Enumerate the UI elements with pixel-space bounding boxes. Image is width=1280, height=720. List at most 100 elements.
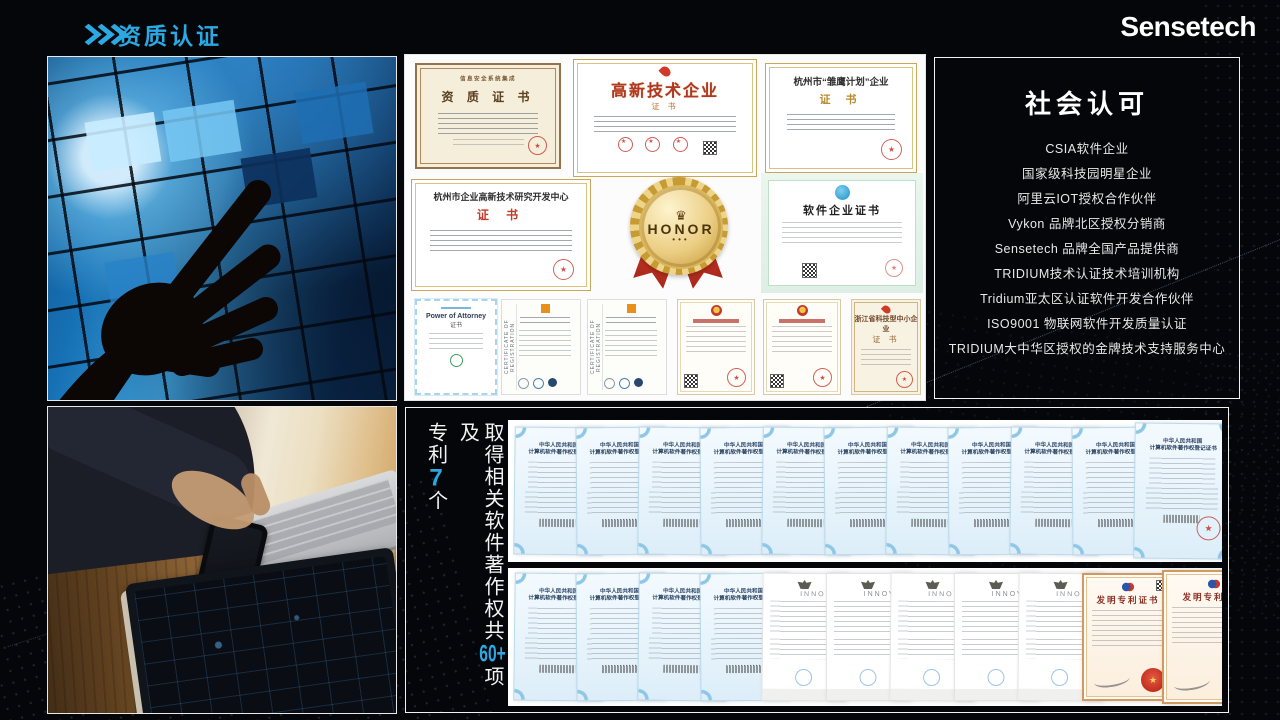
certificate-license: ★ (763, 299, 841, 395)
barcode (664, 519, 700, 527)
social-item: Sensetech 品牌全国产品提供商 (935, 237, 1239, 262)
red-seal (673, 137, 688, 152)
slide: 资质认证 Sensetech (0, 0, 1280, 720)
social-panel-title: 社会认可 (935, 84, 1239, 121)
cert-title: 软件企业证书 (769, 202, 915, 218)
barcode (664, 665, 700, 673)
cert-title: 浙江省科技型中小企业 (852, 314, 920, 334)
red-seal (645, 137, 660, 152)
caption-number: 60+ (479, 642, 506, 666)
honor-medal: ♛ HONOR ••• (603, 175, 755, 293)
cert-logo (634, 378, 643, 387)
cert-logo (533, 378, 544, 389)
cert-side-text: CERTIFICATE OF REGISTRATION (590, 304, 603, 390)
coat-of-arms-icon (1054, 580, 1068, 589)
cert-title: 高新技术企业 (574, 77, 756, 101)
signature (1093, 671, 1130, 689)
cert-title: 杭州市“雏鹰计划”企业 (766, 74, 916, 88)
red-seal: ★ (885, 259, 903, 277)
barcode (1036, 519, 1072, 527)
barcode (540, 665, 576, 673)
certificate-license: ★ (677, 299, 755, 395)
coat-of-arms-icon (861, 580, 875, 589)
qr-code (685, 375, 697, 387)
barcode (540, 519, 576, 527)
barcode (602, 665, 638, 673)
cert-title: 发明专利证书 (1172, 591, 1222, 603)
caption-text: 专利 (425, 422, 447, 466)
social-recognition-panel: 社会认可 CSIA软件企业 国家级科技园明星企业 阿里云IOT授权合作伙伴 Vy… (934, 57, 1240, 399)
cert-title: 杭州市企业高新技术研究开发中心 (412, 190, 590, 203)
blue-seal (860, 669, 877, 686)
social-list: CSIA软件企业 国家级科技园明星企业 阿里云IOT授权合作伙伴 Vykon 品… (935, 137, 1239, 362)
brand-logo: Sensetech (1120, 11, 1256, 43)
cert-title-red (779, 319, 825, 323)
certificate-iso-registration: CERTIFICATE OF REGISTRATION (501, 299, 581, 395)
cnipa-logo (1208, 579, 1220, 589)
social-item: 国家级科技园明星企业 (935, 162, 1239, 187)
qr-code (803, 264, 816, 277)
barcode (1098, 519, 1134, 527)
social-item: Tridium亚太区认证软件开发合作伙伴 (935, 287, 1239, 312)
red-seal: ★ (727, 368, 746, 387)
social-item: ISO9001 物联网软件开发质量认证 (935, 312, 1239, 337)
cert-logo (604, 378, 615, 389)
national-emblem-icon (797, 305, 808, 316)
barcode (912, 519, 948, 527)
red-seal: ★ (813, 368, 832, 387)
green-seal (450, 354, 463, 367)
qr-code (704, 142, 716, 154)
barcode (726, 519, 762, 527)
iso-body-logo (627, 304, 636, 313)
certificates-panel: 信息安全系统集成 资 质 证 书 ★ 高新技术企业 证 书 杭州市“雏鹰计划”企… (405, 55, 925, 400)
photo-video-wall (48, 57, 396, 400)
invention-patent-certificate: 发明专利证书 ★ (1082, 573, 1174, 701)
certificate-smes: 浙江省科技型中小企业 证 书 ★ (851, 299, 921, 395)
cert-logo (518, 378, 529, 389)
barcode (974, 519, 1010, 527)
red-star-seal: ★ (1196, 516, 1220, 540)
certificate-gaoxin: 高新技术企业 证 书 (573, 59, 757, 177)
barcode (850, 519, 886, 527)
patent-panel: 取得相关软件著作权共60+项及 专利7个 中华人民共和国 计算机软件著作权登记证… (405, 407, 1229, 713)
cert-subtitle: 证 书 (412, 206, 590, 223)
cert-title: 资 质 证 书 (417, 88, 559, 105)
certificate-software-enterprise: 软件企业证书 ★ (761, 173, 923, 293)
chevrons-icon (80, 26, 119, 43)
csia-logo (835, 185, 850, 200)
certificate-iso-registration: CERTIFICATE OF REGISTRATION (587, 299, 667, 395)
copyright-certificates-row-2: 中华人民共和国 计算机软件著作权登记证书 ★ 中华人民共和国 计算机软件著作权登… (508, 568, 1222, 706)
cert-title-red (693, 319, 739, 323)
signature (1173, 674, 1210, 692)
red-seal: ★ (553, 259, 574, 280)
page-title: 资质认证 (118, 17, 222, 51)
cert-title: Power of Attorney (417, 313, 495, 320)
blue-seal (923, 669, 940, 686)
coat-of-arms-icon (798, 580, 812, 589)
caption-number: 7 (423, 466, 450, 490)
blue-seal (988, 669, 1005, 686)
certificate-power-of-attorney: Power of Attorney 证书 (415, 299, 497, 395)
cert-subtitle: 证 书 (766, 91, 916, 107)
vertical-caption: 取得相关软件著作权共60+项及 专利7个 (414, 416, 510, 704)
barcode (788, 519, 824, 527)
certificate-zizhi: 信息安全系统集成 资 质 证 书 ★ (415, 63, 561, 169)
coat-of-arms-icon (926, 580, 940, 589)
social-item: Vykon 品牌北区授权分销商 (935, 212, 1239, 237)
cert-title: 发明专利证书 (1092, 594, 1164, 606)
cert-title: 计算机软件著作权登记证书 (1150, 444, 1216, 453)
cert-subtitle: 证书 (417, 320, 495, 329)
social-item: CSIA软件企业 (935, 137, 1239, 162)
copyright-certificates-row-1: 中华人民共和国 计算机软件著作权登记证书 ★ 中华人民共和国 计算机软件著作权登… (508, 420, 1222, 562)
red-seal: ★ (528, 136, 547, 155)
social-item: TRIDIUM技术认证技术培训机构 (935, 262, 1239, 287)
certificate-research-center: 杭州市企业高新技术研究开发中心 证 书 ★ (411, 179, 591, 291)
cnipa-logo (1122, 582, 1134, 592)
red-seal: ★ (896, 371, 913, 388)
blue-seal (795, 669, 812, 686)
iso-body-logo (541, 304, 550, 313)
crown-icon: ♛ (675, 211, 687, 221)
cert-subtitle: 证 书 (574, 101, 756, 112)
red-seal: ★ (881, 139, 902, 160)
cert-logo (619, 378, 630, 389)
